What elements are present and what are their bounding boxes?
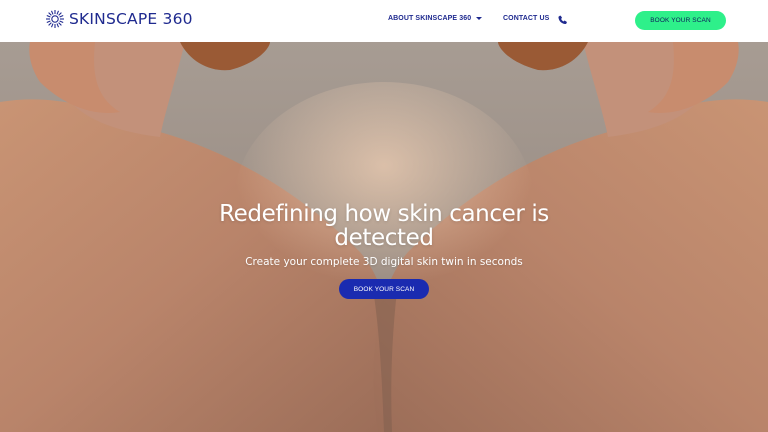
- brand-name: SKINSCAPE 360: [69, 10, 193, 28]
- site-header: SKINSCAPE 360 ABOUT SKINSCAPE 360 CONTAC…: [0, 0, 768, 42]
- nav-about-menu[interactable]: ABOUT SKINSCAPE 360: [388, 15, 483, 22]
- hero-title: Redefining how skin cancer is detected: [0, 202, 768, 250]
- hero-book-scan-button[interactable]: BOOK YOUR SCAN: [339, 279, 429, 299]
- hero-title-line-1: Redefining how skin cancer is: [219, 201, 549, 227]
- hero-subtitle: Create your complete 3D digital skin twi…: [245, 256, 523, 268]
- chevron-down-icon: [476, 17, 483, 20]
- nav-about-label: ABOUT SKINSCAPE 360: [388, 15, 472, 22]
- hero-section: Redefining how skin cancer is detected C…: [0, 42, 768, 432]
- hero-title-line-2: detected: [334, 225, 434, 251]
- book-scan-button[interactable]: BOOK YOUR SCAN: [635, 11, 726, 30]
- logo-mark-icon: [45, 9, 65, 29]
- phone-icon[interactable]: [557, 13, 568, 31]
- nav-contact-link[interactable]: CONTACT US: [503, 15, 549, 22]
- logo[interactable]: SKINSCAPE 360: [45, 9, 193, 29]
